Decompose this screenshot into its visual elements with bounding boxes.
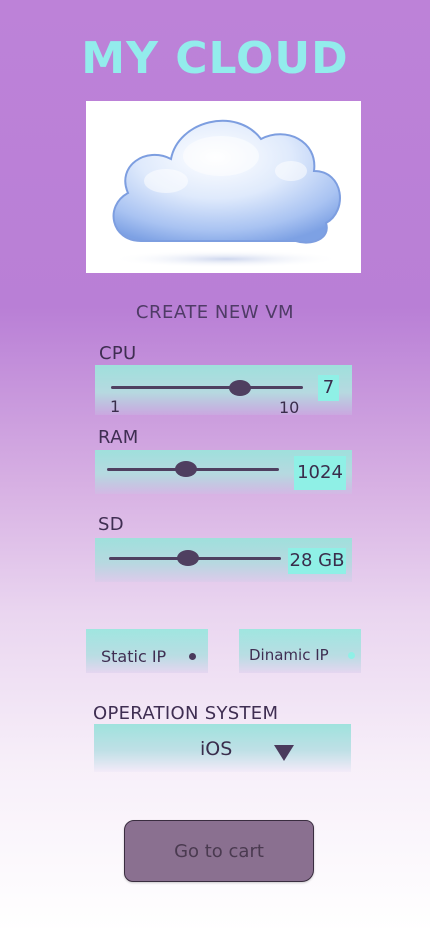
sd-value[interactable]: 28 GB bbox=[288, 548, 346, 574]
triangle-down-icon[interactable] bbox=[274, 745, 294, 761]
ram-value[interactable]: 1024 bbox=[294, 456, 346, 490]
cloud-icon bbox=[111, 119, 341, 268]
ram-label: RAM bbox=[98, 427, 139, 448]
static-ip-radio[interactable] bbox=[189, 653, 196, 660]
go-to-cart-button[interactable]: Go to cart bbox=[124, 820, 314, 882]
os-label: OPERATION SYSTEM bbox=[93, 703, 279, 724]
ram-slider-panel: 1024 bbox=[95, 450, 352, 494]
static-ip-option[interactable]: Static IP bbox=[86, 629, 208, 673]
cpu-label: CPU bbox=[99, 343, 137, 364]
cpu-value[interactable]: 7 bbox=[318, 375, 339, 401]
cloud-image bbox=[86, 101, 361, 273]
os-select[interactable]: iOS bbox=[94, 724, 351, 772]
static-ip-label: Static IP bbox=[101, 647, 167, 666]
section-heading: CREATE NEW VM bbox=[135, 302, 295, 323]
app-title: MY CLOUD bbox=[81, 33, 349, 84]
dynamic-ip-label: Dinamic IP bbox=[249, 646, 329, 664]
cpu-slider-track[interactable] bbox=[111, 386, 303, 389]
cpu-min-tick: 1 bbox=[110, 397, 121, 416]
sd-label: SD bbox=[98, 514, 124, 535]
cpu-slider-panel: 1 10 7 bbox=[95, 365, 352, 417]
cpu-max-tick: 10 bbox=[279, 398, 300, 417]
sd-slider-panel: 28 GB bbox=[95, 538, 352, 582]
dynamic-ip-radio[interactable] bbox=[348, 652, 355, 659]
ram-slider-thumb[interactable] bbox=[175, 461, 198, 477]
os-selected-value: iOS bbox=[200, 738, 233, 760]
cpu-slider-thumb[interactable] bbox=[228, 380, 251, 396]
sd-slider-thumb[interactable] bbox=[177, 550, 200, 566]
dynamic-ip-option[interactable]: Dinamic IP bbox=[239, 629, 361, 673]
